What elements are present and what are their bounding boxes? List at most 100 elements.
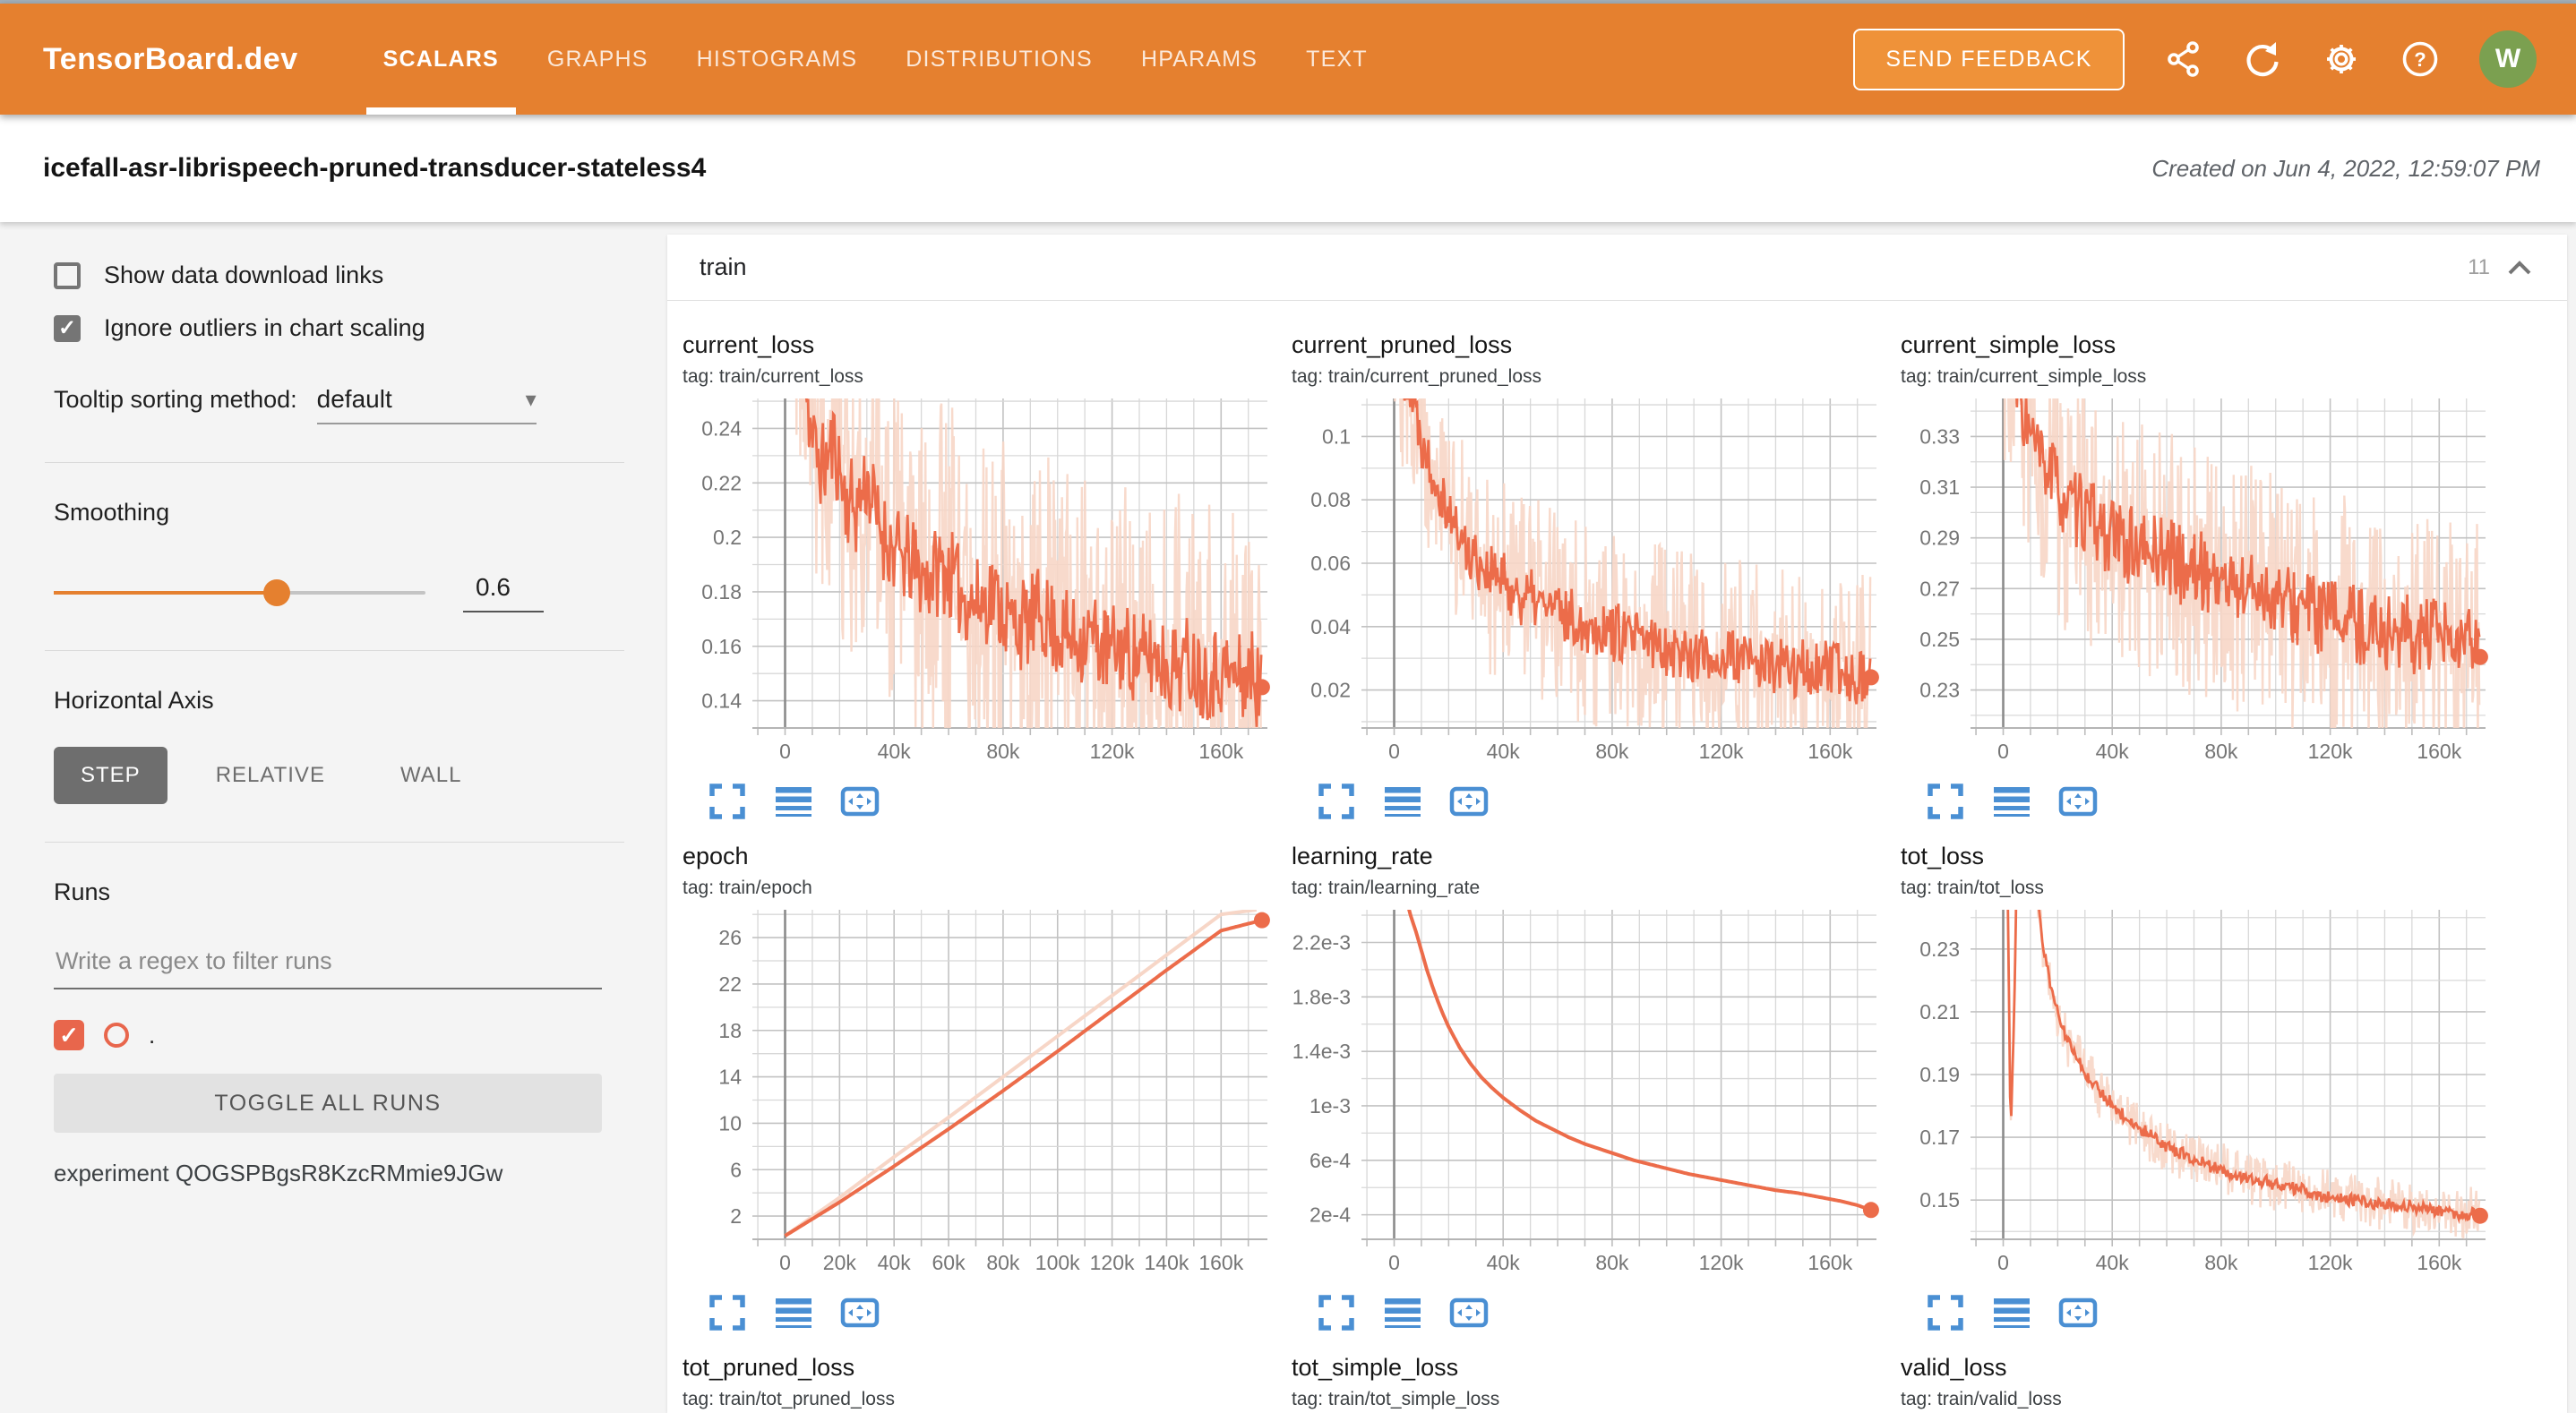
slider-fill <box>54 591 277 595</box>
user-avatar[interactable]: W <box>2479 30 2537 88</box>
svg-text:160k: 160k <box>1807 1251 1852 1274</box>
expand-chart-icon[interactable] <box>708 782 747 821</box>
svg-text:0.18: 0.18 <box>701 580 742 604</box>
chart-toolbar <box>681 782 1290 821</box>
log-scale-icon[interactable] <box>1992 782 2031 821</box>
chart-plot[interactable]: 040k80k120k160k0.140.160.180.20.220.24 <box>681 393 1272 778</box>
svg-text:120k: 120k <box>2308 1251 2353 1274</box>
main-nav: SCALARS GRAPHS HISTOGRAMS DISTRIBUTIONS … <box>359 4 1392 115</box>
refresh-icon[interactable] <box>2243 39 2282 79</box>
scalars-panel: train 11 current_losstag: train/current_… <box>667 235 2567 1413</box>
svg-text:160k: 160k <box>1807 740 1852 763</box>
chart-plot[interactable]: 020k40k60k80k100k120k140k160k26101418222… <box>681 904 1272 1289</box>
expand-chart-icon[interactable] <box>1317 782 1356 821</box>
svg-text:160k: 160k <box>1198 1251 1243 1274</box>
svg-text:80k: 80k <box>1595 740 1629 763</box>
svg-text:?: ? <box>2414 48 2426 71</box>
chart-tag: tag: train/tot_loss <box>1899 878 2508 899</box>
svg-text:160k: 160k <box>1198 740 1243 763</box>
expand-chart-icon[interactable] <box>708 1293 747 1332</box>
svg-text:40k: 40k <box>2096 1251 2130 1274</box>
chart-toolbar <box>1899 782 2508 821</box>
svg-text:120k: 120k <box>1090 740 1135 763</box>
expand-chart-icon[interactable] <box>1317 1293 1356 1332</box>
settings-gear-icon[interactable] <box>2322 39 2361 79</box>
svg-text:6: 6 <box>730 1158 742 1181</box>
svg-text:0.29: 0.29 <box>1919 527 1960 550</box>
expand-chart-icon[interactable] <box>1926 1293 1965 1332</box>
chart-card-tot_simple_loss: tot_simple_losstag: train/tot_simple_los… <box>1290 1354 1899 1410</box>
axis-wall-button[interactable]: WALL <box>374 747 488 804</box>
checkbox-unchecked-icon[interactable] <box>54 262 81 289</box>
fit-domain-icon[interactable] <box>840 1293 880 1332</box>
fit-domain-icon[interactable] <box>2058 1293 2098 1332</box>
chart-plot[interactable]: 040k80k120k160k0.230.250.270.290.310.33 <box>1899 393 2490 778</box>
svg-text:0.25: 0.25 <box>1919 628 1960 651</box>
tab-graphs[interactable]: GRAPHS <box>523 4 673 115</box>
run-color-swatch-icon[interactable] <box>104 1023 129 1048</box>
svg-text:1e-3: 1e-3 <box>1309 1094 1351 1118</box>
chart-card-epoch: epochtag: train/epoch020k40k60k80k100k12… <box>681 843 1290 1332</box>
toggle-all-runs-button[interactable]: TOGGLE ALL RUNS <box>54 1074 602 1133</box>
slider-thumb[interactable] <box>263 579 290 606</box>
tab-scalars[interactable]: SCALARS <box>359 4 523 115</box>
header-actions: SEND FEEDBACK <box>1853 4 2576 115</box>
send-feedback-button[interactable]: SEND FEEDBACK <box>1853 29 2125 90</box>
chart-card-current_loss: current_losstag: train/current_loss040k8… <box>681 331 1290 821</box>
tab-distributions[interactable]: DISTRIBUTIONS <box>881 4 1117 115</box>
fit-domain-icon[interactable] <box>2058 782 2098 821</box>
created-timestamp: Created on Jun 4, 2022, 12:59:07 PM <box>2151 155 2576 183</box>
axis-relative-button[interactable]: RELATIVE <box>189 747 352 804</box>
svg-text:0.16: 0.16 <box>701 635 742 658</box>
smoothing-value-field[interactable]: 0.6 <box>463 573 544 612</box>
log-scale-icon[interactable] <box>774 1293 813 1332</box>
run-checkbox-checked-icon[interactable]: ✓ <box>54 1020 84 1050</box>
chart-plot[interactable]: 040k80k120k160k2e-46e-41e-31.4e-31.8e-32… <box>1290 904 1881 1289</box>
tab-hparams[interactable]: HPARAMS <box>1117 4 1282 115</box>
chevron-up-icon[interactable] <box>2504 257 2535 278</box>
svg-text:20k: 20k <box>823 1251 857 1274</box>
chart-plot[interactable]: 040k80k120k160k0.020.040.060.080.1 <box>1290 393 1881 778</box>
svg-text:80k: 80k <box>986 740 1020 763</box>
svg-text:40k: 40k <box>878 1251 912 1274</box>
log-scale-icon[interactable] <box>774 782 813 821</box>
tab-histograms[interactable]: HISTOGRAMS <box>673 4 882 115</box>
log-scale-icon[interactable] <box>1383 782 1422 821</box>
svg-text:0: 0 <box>1997 1251 2009 1274</box>
fit-domain-icon[interactable] <box>840 782 880 821</box>
axis-step-button[interactable]: STEP <box>54 747 167 804</box>
checkbox-checked-icon[interactable]: ✓ <box>54 315 81 342</box>
svg-text:0.2: 0.2 <box>713 526 742 549</box>
chart-plot[interactable]: 040k80k120k160k0.150.170.190.210.23 <box>1899 904 2490 1289</box>
chart-title: current_loss <box>681 331 1290 359</box>
fit-domain-icon[interactable] <box>1449 782 1489 821</box>
section-name: train <box>700 253 747 281</box>
share-icon[interactable] <box>2164 39 2203 79</box>
chart-title: tot_simple_loss <box>1290 1354 1899 1382</box>
svg-text:0.23: 0.23 <box>1919 938 1960 961</box>
tooltip-sort-select[interactable]: default ▾ <box>317 385 537 424</box>
tab-text[interactable]: TEXT <box>1282 4 1392 115</box>
tooltip-sort-label: Tooltip sorting method: <box>54 386 297 414</box>
ignore-outliers-checkbox[interactable]: ✓ Ignore outliers in chart scaling <box>54 314 615 342</box>
runs-filter-input[interactable] <box>54 942 602 989</box>
svg-text:0: 0 <box>1388 740 1400 763</box>
svg-text:100k: 100k <box>1035 1251 1080 1274</box>
show-download-links-checkbox[interactable]: Show data download links <box>54 261 615 289</box>
chart-tag: tag: train/current_simple_loss <box>1899 366 2508 388</box>
smoothing-slider[interactable] <box>54 591 425 595</box>
svg-text:80k: 80k <box>2204 740 2238 763</box>
fit-domain-icon[interactable] <box>1449 1293 1489 1332</box>
train-section-header[interactable]: train 11 <box>667 235 2567 301</box>
help-icon[interactable]: ? <box>2400 39 2440 79</box>
svg-text:80k: 80k <box>1595 1251 1629 1274</box>
app-logo: TensorBoard.dev <box>0 42 359 77</box>
chart-title: valid_loss <box>1899 1354 2508 1382</box>
log-scale-icon[interactable] <box>1383 1293 1422 1332</box>
svg-text:2e-4: 2e-4 <box>1309 1203 1351 1227</box>
chart-tag: tag: train/tot_pruned_loss <box>681 1389 1290 1410</box>
chart-tag: tag: train/epoch <box>681 878 1290 899</box>
chart-title: epoch <box>681 843 1290 870</box>
expand-chart-icon[interactable] <box>1926 782 1965 821</box>
log-scale-icon[interactable] <box>1992 1293 2031 1332</box>
